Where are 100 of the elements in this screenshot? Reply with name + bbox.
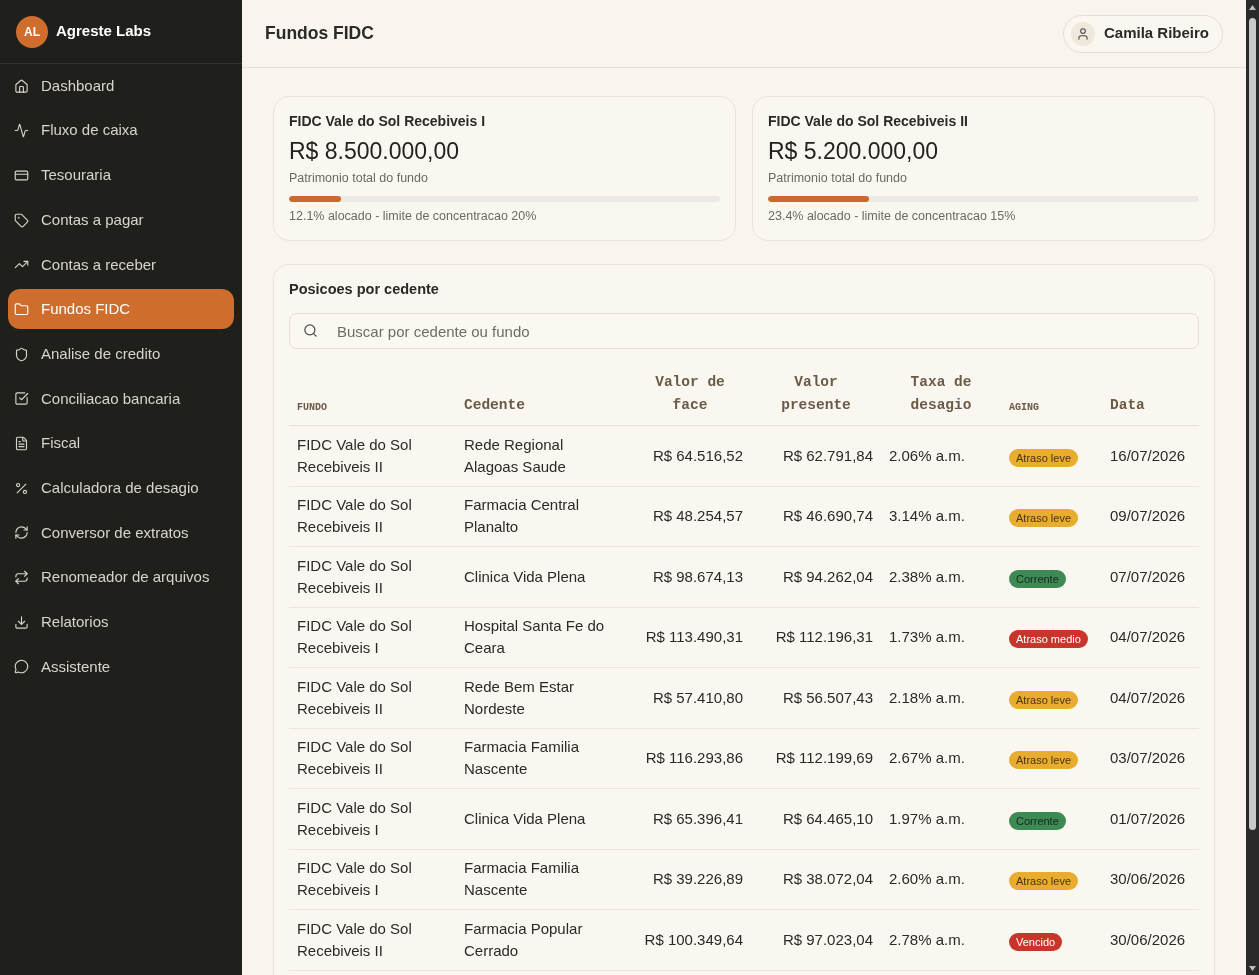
search-icon <box>303 323 318 338</box>
table-cell-text: Hospital Santa Fe do Ceara <box>464 616 606 659</box>
table-cell-text: 03/07/2026 <box>1110 748 1186 769</box>
nav-item[interactable]: Dashboard <box>8 66 234 106</box>
user-icon <box>1070 21 1095 46</box>
fund-caption: Patrimonio total do fundo <box>289 170 429 186</box>
page-title: Fundos FIDC <box>265 22 374 46</box>
column-header: Cedente <box>464 396 525 415</box>
scrollbar[interactable] <box>1246 0 1259 975</box>
table-cell-text: Rede Regional Alagoas Saude <box>464 434 567 477</box>
repeat-icon <box>14 570 29 586</box>
table-cell-text: Farmacia Familia Nascente <box>464 858 581 901</box>
table-cell-text: R$ 97.023,04 <box>782 929 873 950</box>
search-field[interactable]: Buscar por cedente ou fundo <box>289 313 1199 349</box>
table-cell-text: 2.38% a.m. <box>889 566 965 587</box>
column-header: Valor de face <box>654 373 726 415</box>
table-cell-text: FIDC Vale do Sol Recebiveis II <box>297 676 413 719</box>
document-icon <box>14 436 29 451</box>
nav-item[interactable]: Fluxo de caixa <box>8 110 234 151</box>
table-cell-text: R$ 38.072,04 <box>782 869 873 890</box>
table-cell-text: FIDC Vale do Sol Recebiveis II <box>297 918 413 961</box>
nav-item[interactable]: Contas a receber <box>8 244 234 285</box>
table-cell-text: 1.73% a.m. <box>889 627 965 648</box>
refresh-icon <box>14 525 29 541</box>
table-cell-text: 2.18% a.m. <box>889 687 965 708</box>
fund-amount: R$ 5.200.000,00 <box>768 137 940 165</box>
nav-item[interactable]: Fiscal <box>8 423 234 464</box>
brand-name: Agreste Labs <box>56 21 152 42</box>
status-badge: Atraso leve <box>1009 448 1079 467</box>
shield-icon <box>14 346 29 362</box>
table-cell-text: 2.06% a.m. <box>889 445 965 466</box>
table-cell-text: R$ 46.690,74 <box>782 506 873 527</box>
table-cell-text: Farmacia Central Planalto <box>464 495 581 538</box>
fund-name: FIDC Vale do Sol Recebiveis II <box>768 112 969 130</box>
section-title: Posicoes por cedente <box>289 280 440 298</box>
table-cell-text: R$ 100.349,64 <box>644 929 743 950</box>
table-cell-text: 16/07/2026 <box>1110 445 1186 466</box>
allocation-text: 12.1% alocado - limite de concentracao 20% <box>289 208 538 224</box>
table-cell-text: FIDC Vale do Sol Recebiveis II <box>297 555 413 598</box>
table-cell-text: R$ 48.254,57 <box>652 506 743 527</box>
table-cell-text: FIDC Vale do Sol Recebiveis II <box>297 495 413 538</box>
tag-icon <box>14 212 29 228</box>
nav-item[interactable]: Calculadora de desagio <box>8 468 234 509</box>
status-badge: Atraso medio <box>1009 630 1088 649</box>
allocation-text: 23.4% alocado - limite de concentracao 15% <box>768 208 1017 224</box>
percent-icon <box>14 480 29 496</box>
status-badge: Atraso leve <box>1009 751 1079 770</box>
scroll-up-arrow-icon[interactable] <box>1249 5 1256 10</box>
table-cell-text: Clinica Vida Plena <box>464 566 586 587</box>
table-cell-text: 01/07/2026 <box>1110 808 1186 829</box>
table-cell-text: 04/07/2026 <box>1110 627 1186 648</box>
table-cell-text: FIDC Vale do Sol Recebiveis I <box>297 858 413 901</box>
table-cell-text: 09/07/2026 <box>1110 506 1186 527</box>
table-cell-text: Farmacia Popular Cerrado <box>464 918 584 961</box>
table-cell-text: R$ 64.516,52 <box>652 445 743 466</box>
column-header: FUNDO <box>297 401 327 415</box>
table-cell-text: FIDC Vale do Sol Recebiveis I <box>297 616 413 659</box>
table-cell-text: 1.97% a.m. <box>889 808 965 829</box>
nav-item[interactable]: Tesouraria <box>8 155 234 196</box>
fund-amount: R$ 8.500.000,00 <box>289 137 461 165</box>
table-cell-text: R$ 112.199,69 <box>775 748 873 769</box>
column-header: Data <box>1110 396 1145 415</box>
table-cell-text: R$ 56.507,43 <box>782 687 873 708</box>
nav-item[interactable]: Relatorios <box>8 602 234 643</box>
table-cell-text: 07/07/2026 <box>1110 566 1186 587</box>
table-cell-text: 2.67% a.m. <box>889 748 965 769</box>
table-cell-text: R$ 62.791,84 <box>782 445 873 466</box>
pulse-line-icon <box>14 123 29 139</box>
user-menu-button[interactable]: Camila Ribeiro <box>1062 14 1223 53</box>
column-header: Valor presente <box>780 373 852 415</box>
nav-item[interactable]: Assistente <box>8 646 234 687</box>
nav-item[interactable]: Contas a pagar <box>8 200 234 241</box>
table-cell-text: 30/06/2026 <box>1110 869 1186 890</box>
checkbox-icon <box>14 391 29 407</box>
table-cell-text: Farmacia Familia Nascente <box>464 737 581 780</box>
nav-item[interactable]: Fundos FIDC <box>8 289 234 330</box>
table-cell-text: FIDC Vale do Sol Recebiveis II <box>297 434 413 477</box>
status-badge: Atraso leve <box>1009 690 1079 709</box>
column-header: AGING <box>1009 401 1039 415</box>
status-badge: Vencido <box>1009 932 1063 951</box>
status-badge: Corrente <box>1009 569 1066 588</box>
table-cell-text: R$ 39.226,89 <box>652 869 743 890</box>
table-cell-text: FIDC Vale do Sol Recebiveis II <box>297 737 413 780</box>
column-header: Taxa de desagio <box>909 373 973 415</box>
nav-item[interactable]: Analise de credito <box>8 334 234 375</box>
table-cell-text: R$ 98.674,13 <box>652 566 743 587</box>
status-badge: Atraso leve <box>1009 509 1079 528</box>
status-badge: Corrente <box>1009 811 1066 830</box>
scrollbar-thumb[interactable] <box>1249 18 1256 830</box>
download-icon <box>14 614 29 630</box>
nav-item[interactable]: Renomeador de arquivos <box>8 557 234 598</box>
table-cell-text: 04/07/2026 <box>1110 687 1186 708</box>
table-cell-text: 2.78% a.m. <box>889 929 965 950</box>
fund-name: FIDC Vale do Sol Recebiveis I <box>289 112 487 130</box>
table-cell-text: R$ 113.490,31 <box>645 627 743 648</box>
table-cell-text: FIDC Vale do Sol Recebiveis I <box>297 797 413 840</box>
chat-bubble-icon <box>14 659 29 675</box>
scroll-down-arrow-icon[interactable] <box>1249 966 1256 971</box>
nav-item[interactable]: Conversor de extratos <box>8 512 234 553</box>
nav-item[interactable]: Conciliacao bancaria <box>8 378 234 419</box>
